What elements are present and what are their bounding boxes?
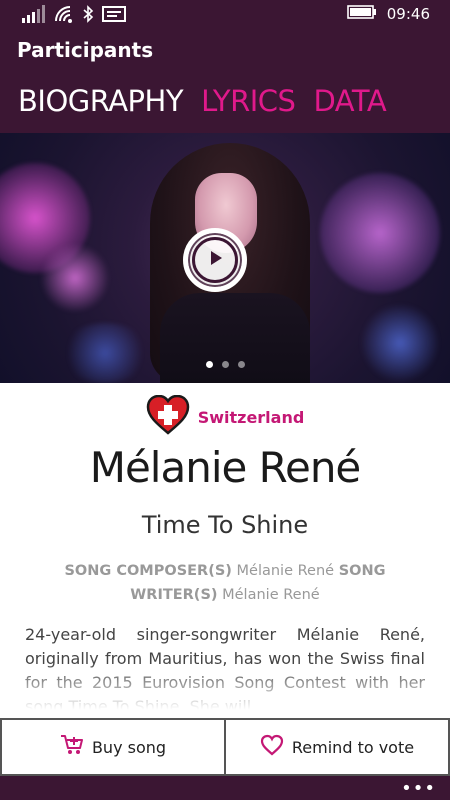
biography-content: Switzerland Mélanie René Time To Shine S… [0,383,450,718]
country-name: Switzerland [197,407,305,427]
bluetooth-icon [82,5,94,27]
buy-song-label: Buy song [91,737,167,757]
carousel-dot[interactable] [221,361,229,368]
bokeh-light [360,303,440,383]
tab-biography[interactable]: BIOGRAPHY [18,84,184,118]
song-credits: SONG COMPOSER(S) Mélanie René SONG WRITE… [40,559,410,607]
swiss-heart-icon [146,394,190,439]
status-bar: 09:46 [0,0,450,32]
bokeh-light [320,173,440,293]
clock: 09:46 [386,4,430,23]
carousel-indicator [0,361,450,368]
artist-photo[interactable] [0,133,450,383]
tab-lyrics[interactable]: LYRICS [201,84,296,118]
app-header: Participants BIOGRAPHY LYRICS DATA [0,32,450,133]
battery-icon [346,4,377,23]
app-bar: ••• [0,776,450,800]
play-button[interactable] [183,228,247,292]
bokeh-light [60,323,150,383]
heart-icon [260,734,284,760]
tab-bar: BIOGRAPHY LYRICS DATA [18,84,387,118]
buy-song-button[interactable]: Buy song [0,718,226,776]
action-bar: Buy song Remind to vote [0,718,450,776]
writer-value: Mélanie René [222,587,320,603]
composer-label: SONG COMPOSER(S) [64,563,232,579]
bokeh-light [40,243,110,313]
remind-to-vote-label: Remind to vote [291,737,415,757]
fade-overlay [0,663,450,718]
song-title: Time To Shine [141,511,309,539]
artist-name: Mélanie René [89,443,362,492]
remind-to-vote-button[interactable]: Remind to vote [226,718,450,776]
signal-icon [22,5,46,27]
composer-value: Mélanie René [236,563,335,579]
wifi-icon [54,5,74,27]
more-options-button[interactable]: ••• [401,778,436,799]
carousel-dot[interactable] [205,361,213,368]
message-icon [102,5,126,27]
tab-data[interactable]: DATA [313,84,386,118]
singer-body [160,293,310,383]
country-row: Switzerland [0,394,450,439]
carousel-dot[interactable] [237,361,245,368]
cart-plus-icon [60,734,84,760]
page-title: Participants [17,38,154,62]
